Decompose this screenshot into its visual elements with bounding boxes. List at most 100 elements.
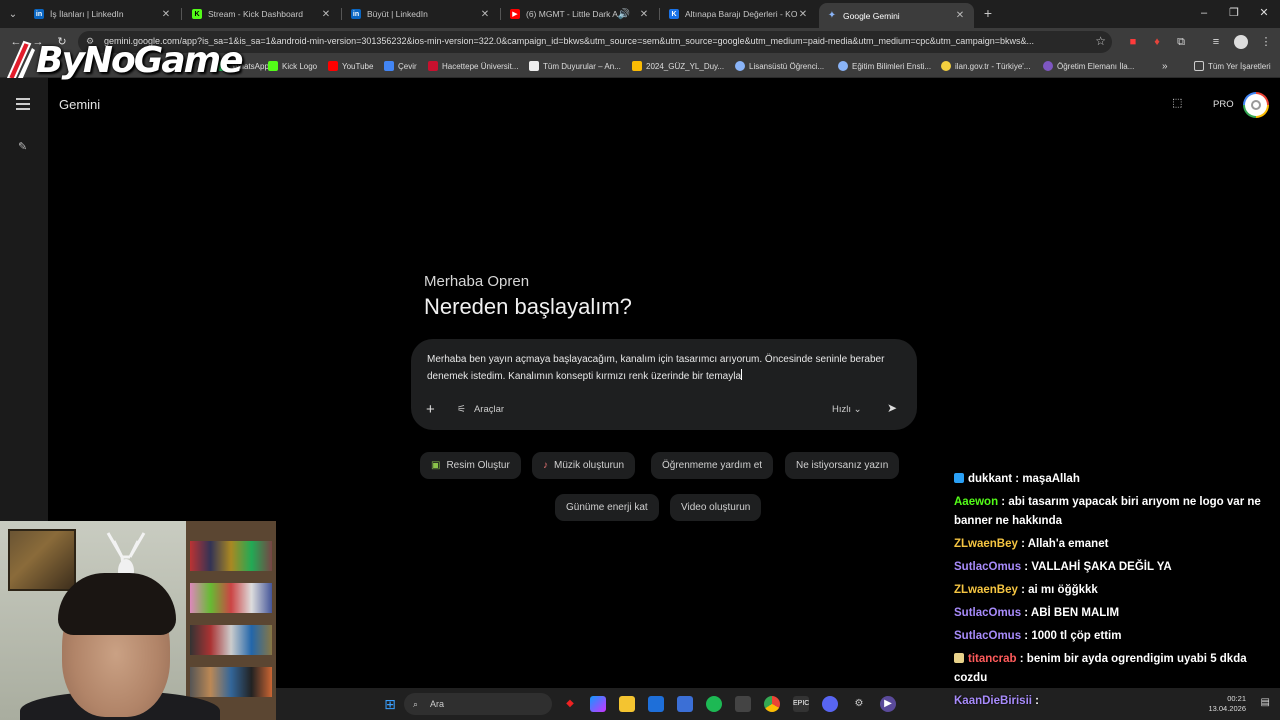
chip-create-image[interactable]: ▣ Resim Oluştur bbox=[420, 452, 521, 479]
extensions-puzzle-icon[interactable]: ⧉ bbox=[1173, 34, 1189, 50]
gemini-icon: ✦ bbox=[827, 10, 837, 21]
media-control-icon[interactable]: ≡ bbox=[1208, 34, 1224, 50]
chip-create-video[interactable]: Video oluşturun bbox=[670, 494, 762, 521]
taskbar-search[interactable]: ⌕ Ara bbox=[404, 693, 552, 715]
tab-google-gemini[interactable]: ✦ Google Gemini ✕ bbox=[819, 3, 974, 28]
globe-icon bbox=[1043, 61, 1053, 71]
minimize-icon[interactable]: – bbox=[1194, 4, 1214, 22]
bookmark-hacettepe[interactable]: Hacettepe Üniversit... bbox=[428, 61, 518, 71]
chip-boost-my-day[interactable]: Günüme enerji kat bbox=[555, 494, 659, 521]
chat-text: : Allah'a emanet bbox=[1017, 538, 1109, 550]
windows-start-icon[interactable]: ⊞ bbox=[382, 696, 398, 712]
tab-title: İş İlanları | LinkedIn bbox=[50, 9, 124, 19]
profile-avatar-icon[interactable] bbox=[1234, 35, 1248, 49]
bookmark-announcements[interactable]: Tüm Duyurular – An... bbox=[529, 61, 621, 71]
chat-message: Aaewon : abi tasarım yapacak biri arıyom… bbox=[954, 493, 1272, 531]
audio-playing-icon[interactable]: 🔊 bbox=[618, 9, 630, 20]
chrome-icon[interactable] bbox=[764, 696, 780, 712]
chip-label: Günüme enerji kat bbox=[566, 502, 648, 513]
store-icon[interactable] bbox=[677, 696, 693, 712]
folder-icon bbox=[1194, 61, 1204, 71]
bookmark-translate[interactable]: Çevir bbox=[384, 61, 417, 71]
bynogame-mark-icon bbox=[6, 40, 35, 82]
copilot-icon[interactable] bbox=[590, 696, 606, 712]
close-window-icon[interactable]: ✕ bbox=[1254, 4, 1274, 22]
file-explorer-icon[interactable] bbox=[619, 696, 635, 712]
extension-icon[interactable]: ♦ bbox=[1149, 34, 1165, 50]
tab-search-button[interactable]: ⌄ bbox=[4, 5, 22, 23]
add-attachment-icon[interactable]: + bbox=[426, 401, 435, 418]
chrome-menu-icon[interactable]: ⋮ bbox=[1258, 34, 1274, 50]
epic-games-icon[interactable]: EPIC bbox=[793, 696, 809, 712]
spotify-icon[interactable] bbox=[706, 696, 722, 712]
more-bookmarks-icon[interactable]: » bbox=[1162, 61, 1168, 72]
pro-badge[interactable]: PRO bbox=[1213, 99, 1234, 110]
chat-username: SutlacOmus bbox=[954, 607, 1022, 619]
close-tab-icon[interactable]: ✕ bbox=[160, 9, 172, 20]
close-tab-icon[interactable]: ✕ bbox=[479, 9, 491, 20]
chip-help-me-learn[interactable]: Öğrenmeme yardım et bbox=[651, 452, 774, 479]
bookmark-label: Eğitim Bilimleri Ensti... bbox=[852, 61, 932, 71]
all-bookmarks[interactable]: Tüm Yer İşaretleri bbox=[1194, 61, 1271, 71]
tab-linkedin-jobs[interactable]: in İş İlanları | LinkedIn ✕ bbox=[28, 3, 178, 25]
outlook-icon[interactable] bbox=[648, 696, 664, 712]
app-red-icon[interactable]: ◆ bbox=[562, 696, 578, 712]
tab-title: Google Gemini bbox=[843, 10, 900, 21]
new-chat-icon[interactable]: ✎ bbox=[18, 140, 30, 153]
tab-koski[interactable]: K Altınapa Barajı Değerleri - KOSKİ ✕ bbox=[663, 3, 815, 25]
tab-youtube-mgmt[interactable]: ▶ (6) MGMT - Little Dark Age 🔊 ✕ bbox=[504, 3, 656, 25]
youtube-icon bbox=[328, 61, 338, 71]
close-tab-icon[interactable]: ✕ bbox=[320, 9, 332, 20]
obs-icon[interactable] bbox=[735, 696, 751, 712]
prompt-composer[interactable]: Merhaba ben yayın açmaya başlayacağım, k… bbox=[411, 339, 917, 430]
media-player-icon[interactable]: ▶ bbox=[880, 696, 896, 712]
chat-message: SutlacOmus : ABİ BEN MALIM bbox=[954, 604, 1272, 623]
tab-separator bbox=[500, 8, 501, 20]
chip-write-anything[interactable]: Ne istiyorsanız yazın bbox=[785, 452, 900, 479]
account-avatar[interactable] bbox=[1243, 92, 1269, 118]
bookmark-faculty-ads[interactable]: Öğretim Elemanı İla... bbox=[1043, 61, 1134, 71]
chat-username: ZLwaenBey bbox=[954, 584, 1018, 596]
maximize-icon[interactable]: ❐ bbox=[1224, 4, 1244, 22]
page-icon bbox=[529, 61, 539, 71]
chat-username: dukkant bbox=[968, 473, 1013, 485]
bookmark-education-institute[interactable]: Eğitim Bilimleri Ensti... bbox=[838, 61, 931, 71]
send-button[interactable]: ➤ bbox=[887, 401, 897, 415]
temporary-chat-icon[interactable]: ⬚ bbox=[1172, 96, 1182, 109]
tools-button[interactable]: ⚟ Araçlar bbox=[457, 404, 504, 415]
bookmark-2024-guz[interactable]: 2024_GÜZ_YL_Duy... bbox=[632, 61, 724, 71]
url-text[interactable]: gemini.google.com/app?is_sa=1&is_sa=1&an… bbox=[104, 36, 1084, 46]
linkedin-icon: in bbox=[34, 9, 44, 19]
chat-message: SutlacOmus : VALLAHİ ŞAKA DEĞİL YA bbox=[954, 558, 1272, 577]
bookmark-label: Öğretim Elemanı İla... bbox=[1057, 61, 1135, 71]
guitar-icon: ♪ bbox=[543, 460, 548, 471]
close-tab-icon[interactable]: ✕ bbox=[638, 9, 650, 20]
bookmark-ilan-gov[interactable]: ilan.gov.tr - Türkiye'... bbox=[941, 61, 1030, 71]
discord-icon[interactable] bbox=[822, 696, 838, 712]
chip-create-music[interactable]: ♪ Müzik oluşturun bbox=[532, 452, 636, 479]
prompt-input[interactable]: Merhaba ben yayın açmaya başlayacağım, k… bbox=[427, 352, 897, 385]
tab-kick-dashboard[interactable]: K Stream - Kick Dashboard ✕ bbox=[186, 3, 338, 25]
extension-adblock-icon[interactable]: ■ bbox=[1125, 34, 1141, 50]
bookmark-youtube[interactable]: YouTube bbox=[328, 61, 373, 71]
model-mode-selector[interactable]: Hızlı ⌄ bbox=[832, 404, 862, 415]
bookmark-graduate-students[interactable]: Lisansüstü Öğrenci... bbox=[735, 61, 824, 71]
bookmark-kick-logo[interactable]: Kick Logo bbox=[268, 61, 317, 71]
app-title: Gemini bbox=[59, 97, 101, 112]
streamer-hair bbox=[58, 573, 176, 635]
chat-message: titancrab : benim bir ayda ogrendigim uy… bbox=[954, 650, 1272, 688]
bookmark-star-icon[interactable]: ☆ bbox=[1095, 34, 1106, 48]
text-caret bbox=[741, 368, 743, 380]
hamburger-menu-icon[interactable] bbox=[16, 98, 30, 110]
tab-linkedin-grow[interactable]: in Büyüt | LinkedIn ✕ bbox=[345, 3, 497, 25]
chat-message: SutlacOmus : 1000 tl çöp ettim bbox=[954, 627, 1272, 646]
close-tab-icon[interactable]: ✕ bbox=[954, 10, 966, 21]
mode-label: Hızlı bbox=[832, 404, 851, 415]
close-tab-icon[interactable]: ✕ bbox=[797, 9, 809, 20]
settings-gear-icon[interactable]: ⚙ bbox=[851, 696, 867, 712]
new-tab-button[interactable]: + bbox=[980, 5, 996, 21]
tab-title: (6) MGMT - Little Dark Age bbox=[526, 9, 618, 19]
chat-username: titancrab bbox=[968, 653, 1017, 665]
chat-message: dukkant : maşaAllah bbox=[954, 470, 1272, 489]
bookmark-label: ilan.gov.tr - Türkiye'... bbox=[955, 61, 1031, 71]
